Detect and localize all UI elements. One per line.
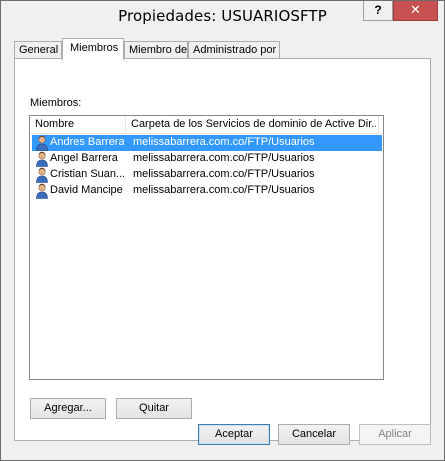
cancel-button[interactable]: Cancelar xyxy=(278,424,350,445)
user-icon xyxy=(36,135,48,151)
properties-dialog: Propiedades: USUARIOSFTP ? ✕ General Mie… xyxy=(0,0,445,461)
list-item[interactable]: Angel Barrera melissabarrera.com.co/FTP/… xyxy=(32,151,382,167)
column-header-name[interactable]: Nombre xyxy=(35,118,125,130)
list-header: Nombre Carpeta de los Servicios de domin… xyxy=(30,116,383,134)
help-button[interactable]: ? xyxy=(363,1,393,21)
member-folder: melissabarrera.com.co/FTP/Usuarios xyxy=(133,136,315,148)
tab-miembros[interactable]: Miembros xyxy=(62,38,124,60)
members-label: Miembros: xyxy=(30,97,82,109)
list-item[interactable]: Cristian Suan... melissabarrera.com.co/F… xyxy=(32,167,382,183)
close-button[interactable]: ✕ xyxy=(393,1,438,21)
members-list[interactable]: Nombre Carpeta de los Servicios de domin… xyxy=(29,115,384,380)
ok-button[interactable]: Aceptar xyxy=(198,424,270,445)
tab-miembro-de[interactable]: Miembro de xyxy=(124,41,188,59)
user-icon xyxy=(36,151,48,167)
member-name: Andres Barrera xyxy=(50,136,124,148)
tab-administrado-por[interactable]: Administrado por xyxy=(188,41,280,59)
close-icon: ✕ xyxy=(410,2,421,17)
apply-button[interactable]: Aplicar xyxy=(359,424,431,445)
tab-general[interactable]: General xyxy=(14,41,62,59)
add-button[interactable]: Agregar... xyxy=(30,398,106,419)
member-folder: melissabarrera.com.co/FTP/Usuarios xyxy=(133,184,315,196)
member-folder: melissabarrera.com.co/FTP/Usuarios xyxy=(133,168,315,180)
dialog-client-area: General Miembros Miembro de Administrado… xyxy=(8,31,437,453)
column-divider[interactable] xyxy=(378,116,379,133)
tab-panel-miembros: Miembros: Nombre Carpeta de los Servicio… xyxy=(14,58,431,441)
user-icon xyxy=(36,167,48,183)
column-header-folder[interactable]: Carpeta de los Servicios de dominio de A… xyxy=(131,118,376,130)
list-item[interactable]: David Mancipe melissabarrera.com.co/FTP/… xyxy=(32,183,382,199)
title-bar[interactable]: Propiedades: USUARIOSFTP ? ✕ xyxy=(1,1,444,33)
remove-button[interactable]: Quitar xyxy=(116,398,192,419)
member-folder: melissabarrera.com.co/FTP/Usuarios xyxy=(133,152,315,164)
member-name: Cristian Suan... xyxy=(50,168,124,180)
member-name: Angel Barrera xyxy=(50,152,118,164)
column-divider[interactable] xyxy=(125,116,126,133)
member-name: David Mancipe xyxy=(50,184,123,196)
user-icon xyxy=(36,183,48,199)
list-item[interactable]: Andres Barrera melissabarrera.com.co/FTP… xyxy=(32,135,382,151)
